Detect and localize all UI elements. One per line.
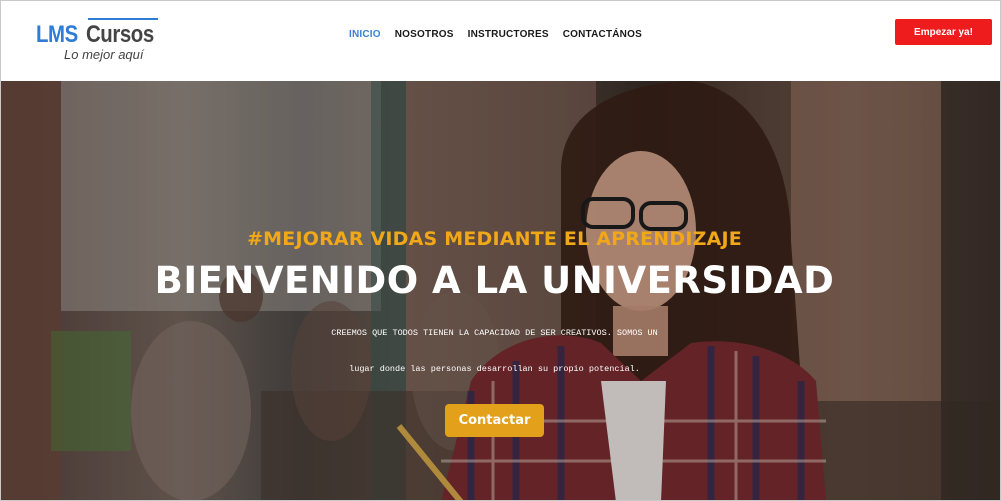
site-header: LMS Cursos Lo mejor aquí INICIO NOSOTROS… xyxy=(1,1,1000,81)
main-nav: INICIO NOSOTROS INSTRUCTORES CONTACTÁNOS xyxy=(341,29,642,45)
nav-item-contactanos[interactable]: CONTACTÁNOS xyxy=(563,29,642,45)
hero-description-line-1: CREEMOS QUE TODOS TIENEN LA CAPACIDAD DE… xyxy=(331,328,658,338)
hero-headline: BIENVENIDO A LA UNIVERSIDAD xyxy=(154,259,835,302)
hero-hashtag: #MEJORAR VIDAS MEDIANTE EL APRENDIZAJE xyxy=(247,228,742,250)
empezar-ya-button[interactable]: Empezar ya! xyxy=(895,19,992,45)
hero-content: #MEJORAR VIDAS MEDIANTE EL APRENDIZAJE B… xyxy=(1,81,1000,500)
logo-word-cursos: Cursos xyxy=(86,21,154,48)
hero-section: #MEJORAR VIDAS MEDIANTE EL APRENDIZAJE B… xyxy=(1,81,1000,500)
site-logo[interactable]: LMS Cursos Lo mejor aquí xyxy=(36,17,161,65)
page: LMS Cursos Lo mejor aquí INICIO NOSOTROS… xyxy=(0,0,1001,501)
nav-item-instructores[interactable]: INSTRUCTORES xyxy=(468,29,549,45)
contactar-button[interactable]: Contactar xyxy=(445,404,544,437)
nav-item-nosotros[interactable]: NOSOTROS xyxy=(395,29,454,45)
logo-word-lms: LMS xyxy=(36,21,78,48)
hero-description-line-2: lugar donde las personas desarrollan su … xyxy=(349,364,640,374)
logo-tagline: Lo mejor aquí xyxy=(64,47,144,62)
nav-item-inicio[interactable]: INICIO xyxy=(349,29,381,45)
logo-underline xyxy=(88,18,158,20)
